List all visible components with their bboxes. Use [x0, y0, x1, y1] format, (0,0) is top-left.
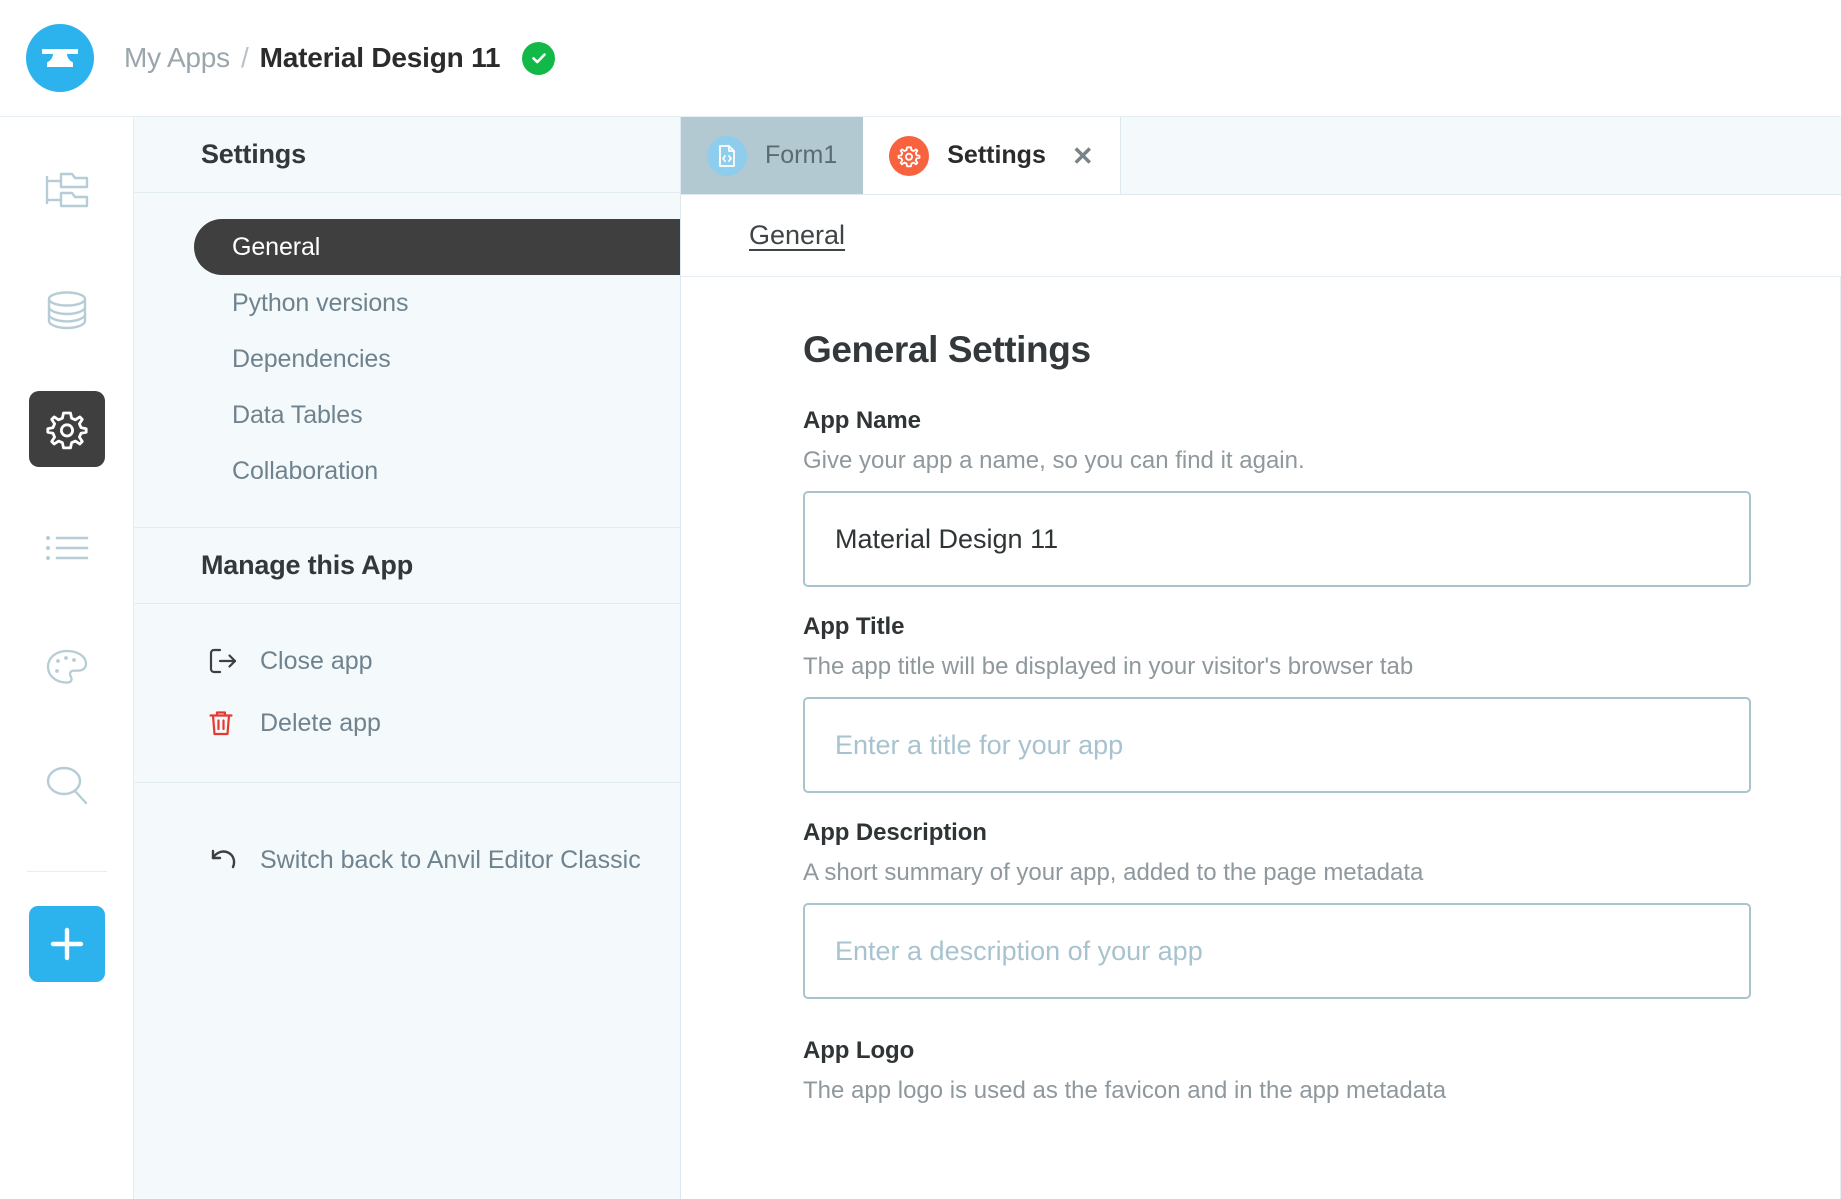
rail-divider: [27, 871, 107, 872]
field-help-text: Give your app a name, so you can find it…: [803, 447, 1840, 475]
sidebar-item-label: General: [232, 233, 320, 262]
trash-icon: [208, 709, 242, 737]
field-app-title: App Title The app title will be displaye…: [803, 613, 1840, 793]
page-title: General Settings: [803, 329, 1840, 371]
settings-panel: Settings General Python versions Depende…: [134, 117, 681, 1199]
app-browser-tree-icon[interactable]: [29, 153, 105, 229]
close-app-button[interactable]: Close app: [134, 630, 680, 692]
close-app-label: Close app: [260, 647, 373, 676]
field-help-text: A short summary of your app, added to th…: [803, 859, 1840, 887]
gear-icon: [889, 136, 929, 176]
delete-app-button[interactable]: Delete app: [134, 692, 680, 754]
tab-settings[interactable]: Settings ✕: [863, 117, 1119, 194]
field-label: App Logo: [803, 1037, 1840, 1065]
tab-label: Settings: [947, 141, 1046, 170]
add-button[interactable]: [29, 906, 105, 982]
undo-arrow-icon: [208, 847, 242, 873]
sidebar-item-collaboration[interactable]: Collaboration: [134, 443, 680, 499]
field-label: App Description: [803, 819, 1840, 847]
search-icon[interactable]: [29, 748, 105, 824]
gear-icon[interactable]: [29, 391, 105, 467]
sidebar-item-python-versions[interactable]: Python versions: [134, 275, 680, 331]
sidebar-item-label: Collaboration: [232, 457, 378, 486]
check-circle-icon: [522, 42, 555, 75]
settings-content: General Settings App Name Give your app …: [681, 277, 1841, 1199]
editor-body: Settings General Python versions Depende…: [0, 117, 1841, 1199]
switch-back-classic-button[interactable]: Switch back to Anvil Editor Classic: [134, 829, 680, 891]
settings-panel-title: Settings: [134, 117, 680, 193]
field-help-text: The app logo is used as the favicon and …: [803, 1077, 1840, 1105]
tab-form1[interactable]: Form1: [681, 117, 863, 194]
breadcrumb: My Apps / Material Design 11: [124, 42, 555, 75]
breadcrumb-app-name[interactable]: Material Design 11: [260, 42, 501, 74]
app-title-input[interactable]: Enter a title for your app: [803, 697, 1751, 793]
breadcrumb-my-apps[interactable]: My Apps: [124, 42, 230, 74]
sidebar-item-dependencies[interactable]: Dependencies: [134, 331, 680, 387]
settings-nav-list: General Python versions Dependencies Dat…: [134, 193, 680, 528]
sidebar-item-label: Python versions: [232, 289, 408, 318]
sidebar-item-label: Data Tables: [232, 401, 362, 430]
icon-rail: [0, 117, 134, 1199]
delete-app-label: Delete app: [260, 709, 381, 738]
anvil-logo-icon[interactable]: [26, 24, 94, 92]
manage-app-actions: Close app Delete app: [134, 604, 680, 783]
field-label: App Title: [803, 613, 1840, 641]
main-editor-area: Form1 Settings ✕ General: [681, 117, 1841, 1199]
field-label: App Name: [803, 407, 1840, 435]
field-app-description: App Description A short summary of your …: [803, 819, 1840, 999]
sidebar-item-general[interactable]: General: [194, 219, 680, 275]
sub-navigation: General: [681, 195, 1841, 277]
field-app-logo: App Logo The app logo is used as the fav…: [803, 1037, 1840, 1105]
form-code-file-icon: [707, 136, 747, 176]
close-icon[interactable]: ✕: [1072, 143, 1094, 169]
tab-bar-empty-space: [1120, 117, 1841, 194]
anvil-editor-window: My Apps / Material Design 11: [0, 0, 1841, 1199]
list-icon[interactable]: [29, 510, 105, 586]
tab-bar: Form1 Settings ✕: [681, 117, 1841, 195]
logout-arrow-icon: [208, 647, 242, 675]
app-description-input[interactable]: Enter a description of your app: [803, 903, 1751, 999]
manage-app-title: Manage this App: [134, 528, 680, 604]
field-help-text: The app title will be displayed in your …: [803, 653, 1840, 681]
switch-back-label: Switch back to Anvil Editor Classic: [260, 846, 641, 875]
tab-label: Form1: [765, 141, 837, 170]
app-name-input[interactable]: Material Design 11: [803, 491, 1751, 587]
switch-back-section: Switch back to Anvil Editor Classic: [134, 783, 680, 891]
database-icon[interactable]: [29, 272, 105, 348]
sidebar-item-data-tables[interactable]: Data Tables: [134, 387, 680, 443]
palette-icon[interactable]: [29, 629, 105, 705]
field-app-name: App Name Give your app a name, so you ca…: [803, 407, 1840, 587]
sidebar-item-label: Dependencies: [232, 345, 391, 374]
top-bar: My Apps / Material Design 11: [0, 0, 1841, 117]
subnav-general-link[interactable]: General: [749, 220, 845, 251]
breadcrumb-separator: /: [241, 42, 249, 74]
